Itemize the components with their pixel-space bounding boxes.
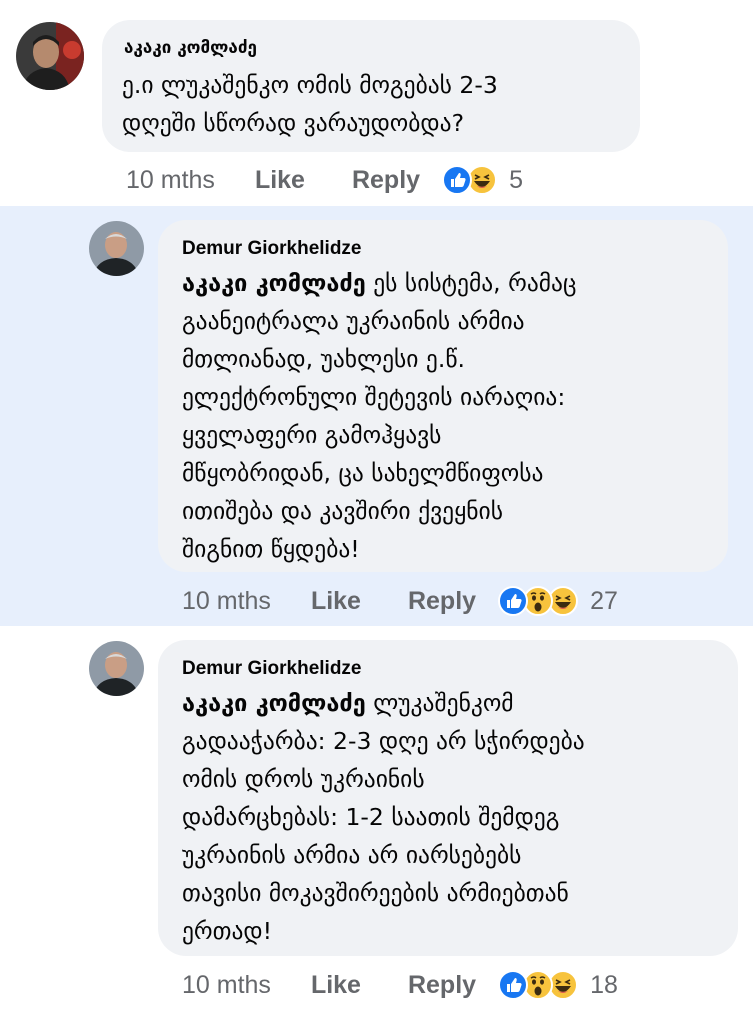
comment-actions: 10 mths Like Reply 5 (126, 160, 523, 200)
comment-time[interactable]: 10 mths (126, 166, 215, 195)
avatar[interactable] (89, 221, 144, 276)
like-icon (498, 586, 529, 616)
comment-actions: 10 mths Like Reply 18 (182, 965, 618, 1005)
comment-text: ე.ი ლუკაშენკო ომის მოგებას 2-3 დღეში სწო… (122, 71, 498, 137)
comment-author[interactable]: აკაკი კომლაძე (124, 38, 257, 58)
like-button[interactable]: Like (255, 166, 305, 195)
comment-time[interactable]: 10 mths (182, 587, 271, 616)
reaction-count: 27 (590, 586, 618, 615)
reaction-summary[interactable]: 5 (442, 165, 523, 195)
comment-text: აკაკი კომლაძე ლუკაშენკომ გადააჭარბა: 2-3… (182, 689, 585, 945)
avatar[interactable] (89, 641, 144, 696)
like-button[interactable]: Like (311, 971, 361, 1000)
reply-button[interactable]: Reply (352, 166, 420, 195)
comment-author[interactable]: Demur Giorkhelidze (182, 658, 362, 680)
reaction-count: 18 (590, 970, 618, 999)
reply-button[interactable]: Reply (408, 587, 476, 616)
like-icon (498, 970, 529, 1000)
like-button[interactable]: Like (311, 587, 361, 616)
comment-bubble: აკაკი კომლაძე ე.ი ლუკაშენკო ომის მოგებას… (102, 20, 640, 152)
reaction-summary[interactable]: 27 (498, 586, 618, 616)
reply-button[interactable]: Reply (408, 971, 476, 1000)
mention-link[interactable]: აკაკი კომლაძე (182, 689, 366, 717)
avatar[interactable] (16, 22, 84, 90)
comment-time[interactable]: 10 mths (182, 971, 271, 1000)
comment-bubble: Demur Giorkhelidze აკაკი კომლაძე ლუკაშენ… (158, 640, 738, 956)
comment-actions: 10 mths Like Reply 27 (182, 581, 618, 621)
comment-text: აკაკი კომლაძე ეს სისტემა, რამაც გაანეიტრ… (182, 269, 577, 563)
like-icon (442, 165, 473, 195)
comment-author[interactable]: Demur Giorkhelidze (182, 238, 362, 260)
comment-bubble: Demur Giorkhelidze აკაკი კომლაძე ეს სისტ… (158, 220, 728, 572)
reaction-count: 5 (509, 165, 523, 194)
mention-link[interactable]: აკაკი კომლაძე (182, 269, 366, 297)
reaction-summary[interactable]: 18 (498, 970, 618, 1000)
